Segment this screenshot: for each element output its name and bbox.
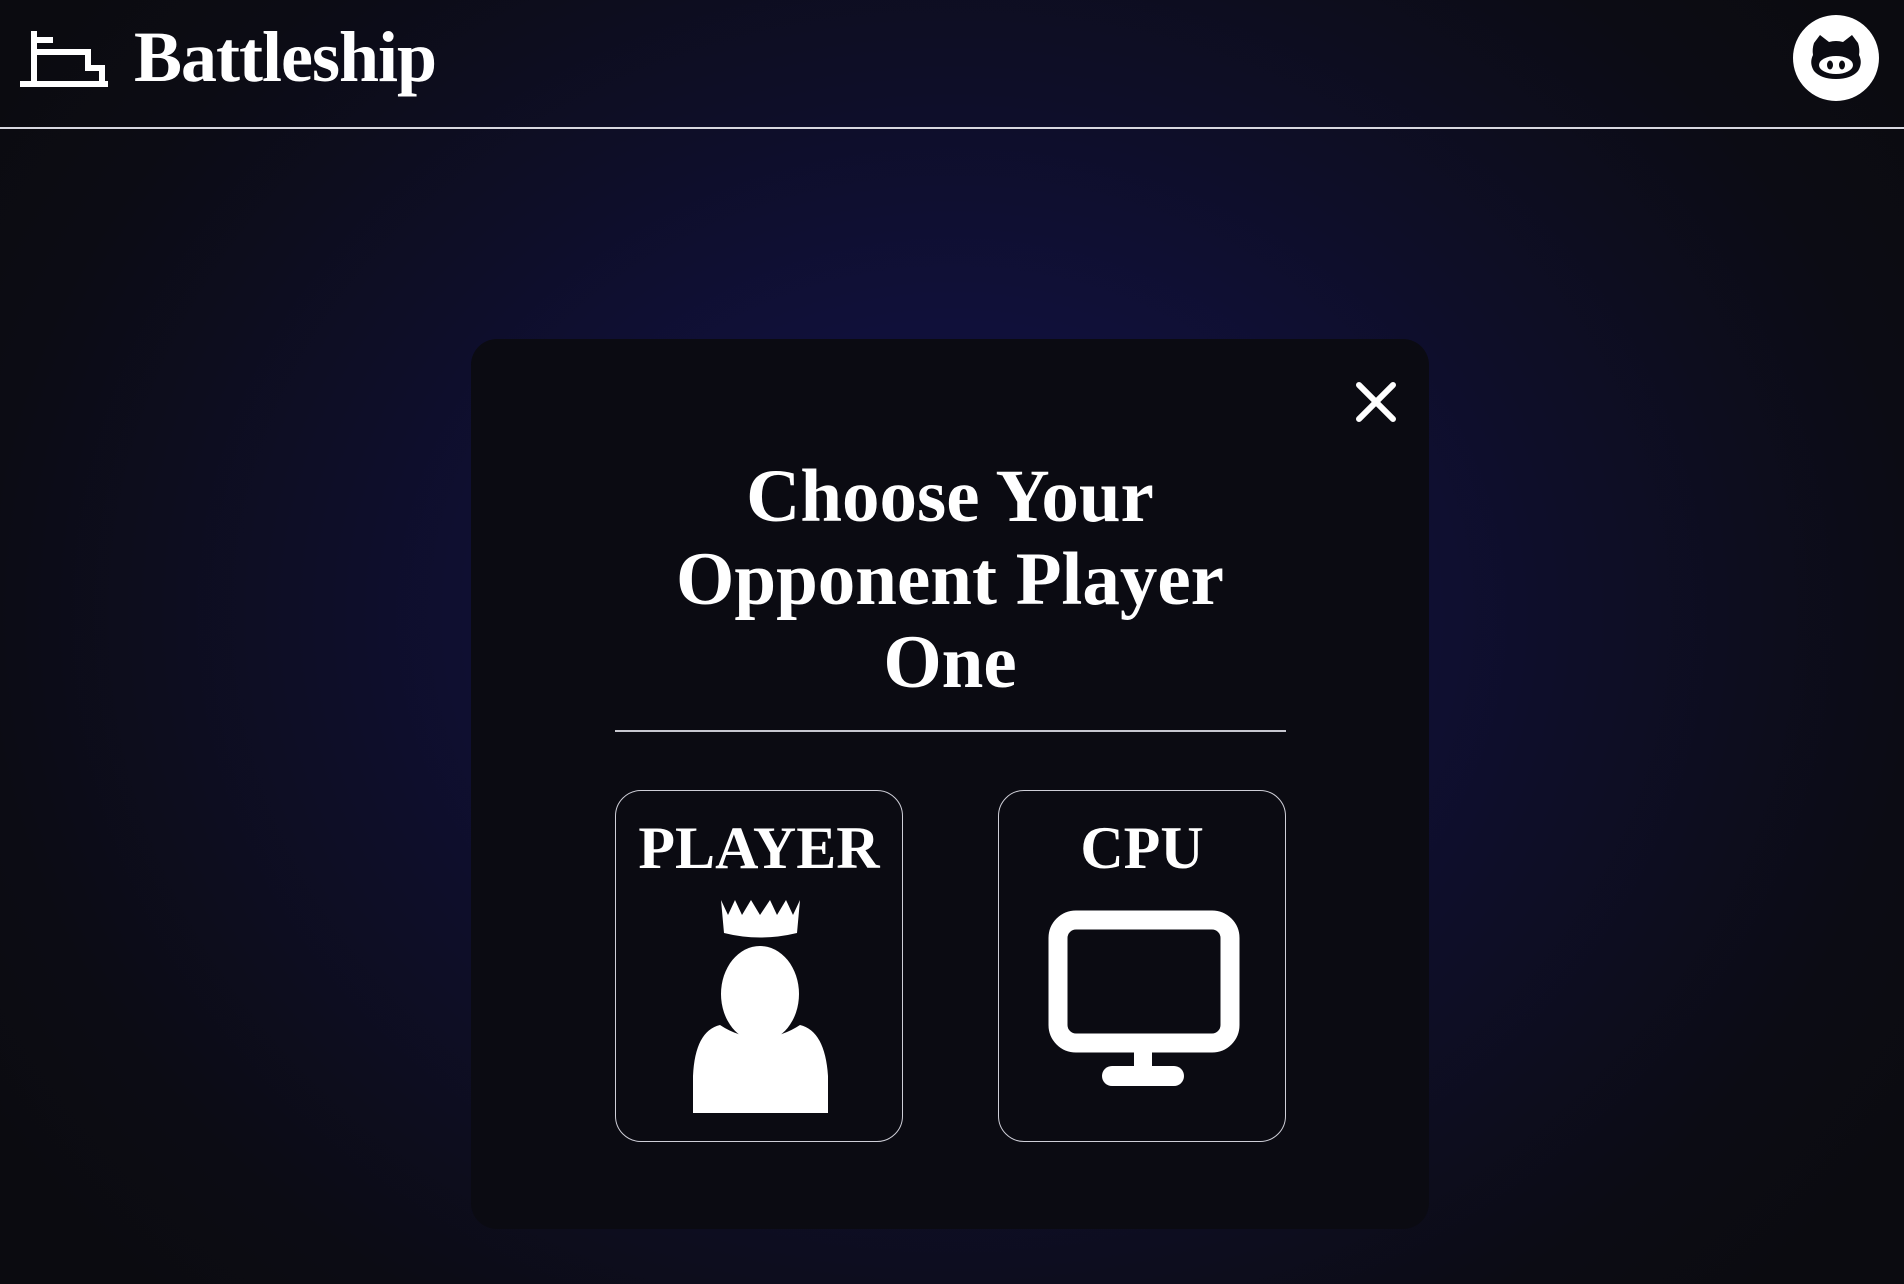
modal-title-line: Opponent Player [676,538,1224,621]
divider [615,730,1286,732]
monitor-icon [1048,910,1240,1086]
crowned-person-icon [693,900,828,1113]
modal-title-line: One [883,621,1017,704]
player-option-button[interactable]: PLAYER [615,790,903,1142]
app-title: Battleship [134,17,437,97]
modal-title-line: Choose Your [746,455,1154,538]
close-icon[interactable] [1346,372,1406,432]
modal-title: Choose Your Opponent Player One [471,455,1429,704]
github-button[interactable] [1793,15,1879,101]
github-icon [1811,35,1861,79]
ship-icon [20,31,108,87]
opponent-modal: Choose Your Opponent Player One PLAYER C… [471,339,1429,1229]
app-header: Battleship [0,0,1904,129]
cpu-option-button[interactable]: CPU [998,790,1286,1142]
